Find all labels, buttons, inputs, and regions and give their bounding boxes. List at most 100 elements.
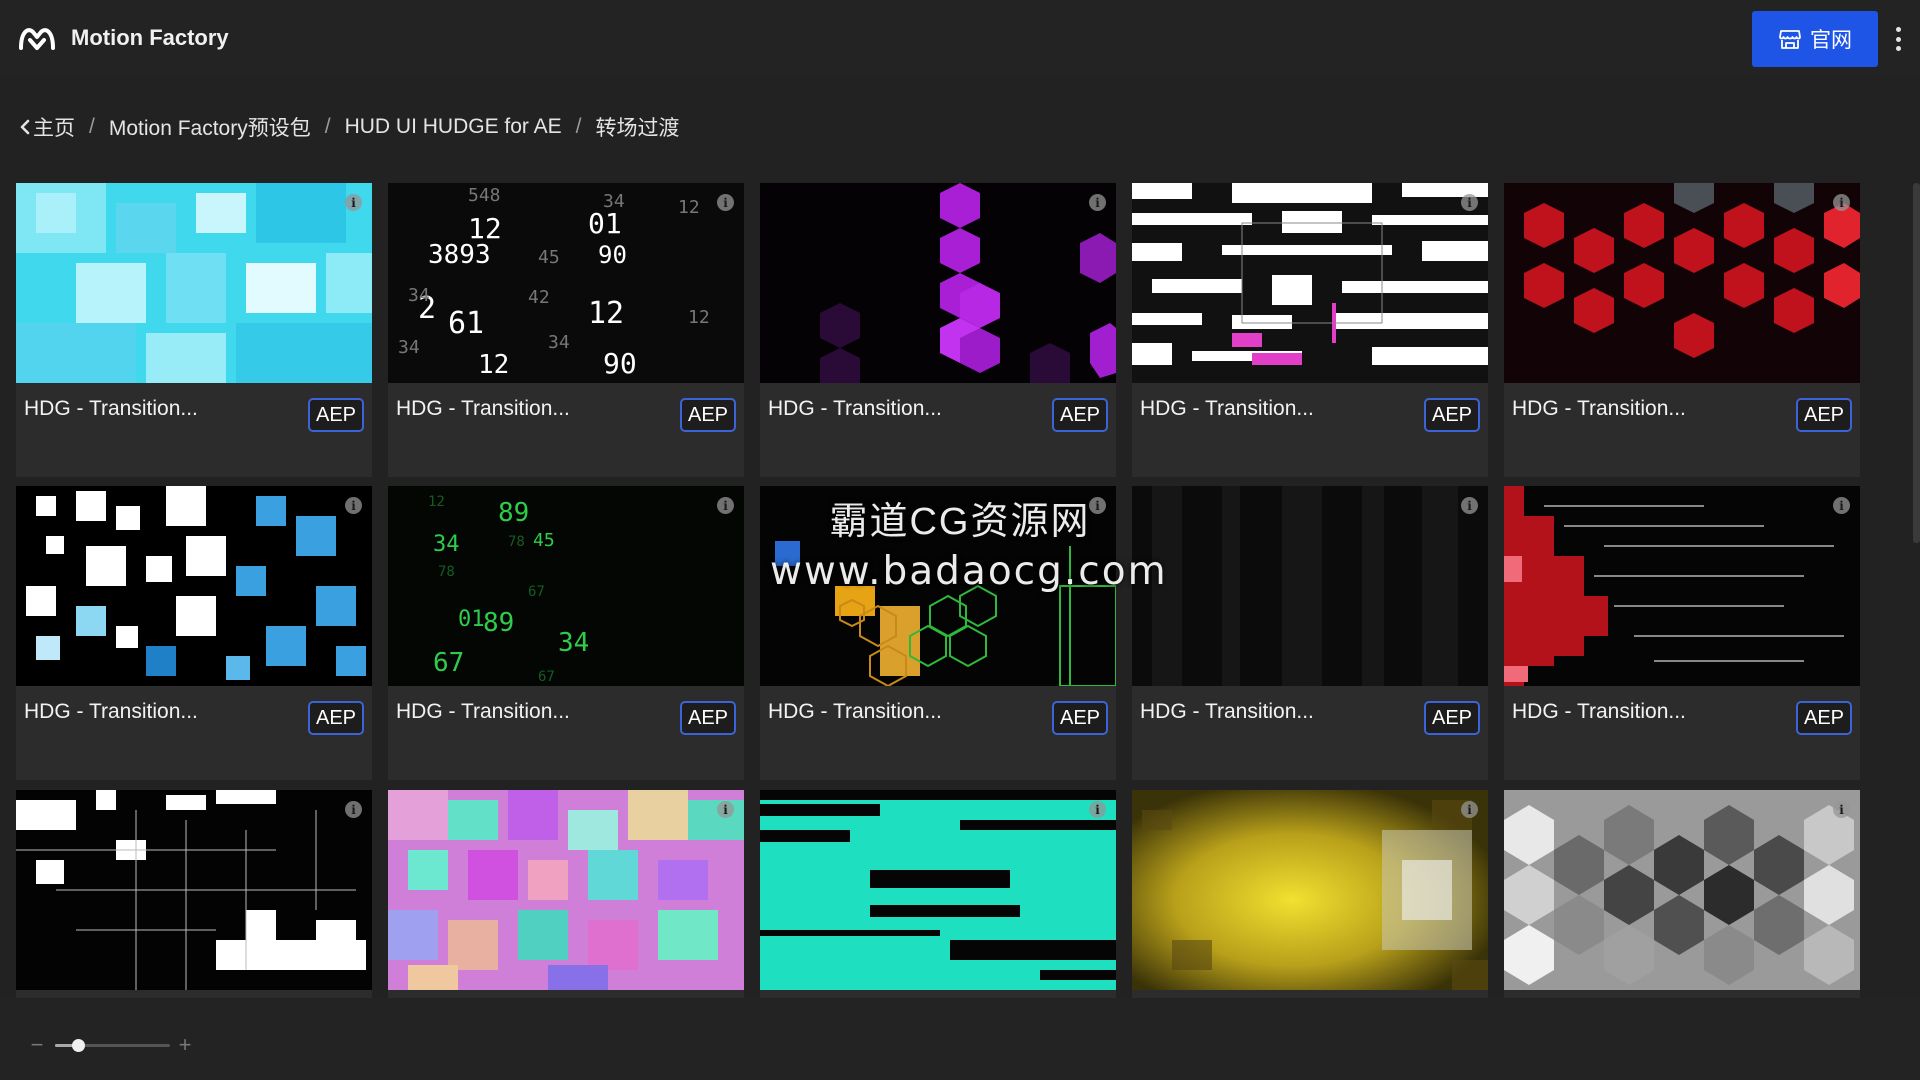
info-icon[interactable]: i bbox=[1089, 194, 1106, 211]
asset-title: HDG - Transition... bbox=[768, 700, 942, 723]
info-icon[interactable]: i bbox=[345, 497, 362, 514]
svg-text:78: 78 bbox=[508, 534, 525, 550]
asset-card[interactable]: i bbox=[388, 790, 744, 998]
svg-text:78: 78 bbox=[438, 564, 455, 580]
aep-badge: AEP bbox=[1424, 398, 1480, 432]
aep-badge: AEP bbox=[1796, 701, 1852, 735]
info-icon[interactable]: i bbox=[1461, 194, 1478, 211]
breadcrumb-current: 转场过渡 bbox=[595, 117, 680, 140]
asset-thumbnail: i bbox=[388, 790, 744, 990]
top-bar: Motion Factory 官网 bbox=[0, 0, 1920, 77]
info-icon[interactable]: i bbox=[1461, 497, 1478, 514]
asset-title: HDG - Transition... bbox=[24, 700, 198, 723]
info-icon[interactable]: i bbox=[1089, 497, 1106, 514]
breadcrumb-hud-pack[interactable]: HUD UI HUDGE for AE bbox=[345, 115, 562, 139]
asset-card[interactable]: i bbox=[760, 790, 1116, 998]
asset-card[interactable]: i HDG - Transition... AEP bbox=[1132, 183, 1488, 477]
svg-text:61: 61 bbox=[448, 306, 484, 341]
info-icon[interactable]: i bbox=[345, 801, 362, 818]
asset-grid: i HDG - Transition... AEP 12 3893 01 90 … bbox=[16, 183, 1872, 998]
asset-card[interactable]: i HDG - Transition... AEP bbox=[16, 486, 372, 780]
asset-card[interactable]: i HDG - Transition... AEP bbox=[1132, 486, 1488, 780]
asset-card[interactable]: i HDG - Transition... AEP bbox=[760, 183, 1116, 477]
asset-thumbnail: 12 3893 01 90 2 61 12 90 12 548 34 12 45 34… bbox=[388, 183, 744, 383]
info-icon[interactable]: i bbox=[717, 497, 734, 514]
zoom-out-icon[interactable]: − bbox=[28, 1034, 46, 1056]
asset-thumbnail: i bbox=[1504, 790, 1860, 990]
svg-text:34: 34 bbox=[433, 532, 460, 557]
info-icon[interactable]: i bbox=[717, 801, 734, 818]
svg-text:34: 34 bbox=[548, 332, 570, 353]
info-icon[interactable]: i bbox=[1833, 194, 1850, 211]
grid-scrollbar[interactable] bbox=[1913, 183, 1920, 543]
svg-text:67: 67 bbox=[433, 648, 464, 678]
info-icon[interactable]: i bbox=[1089, 801, 1106, 818]
aep-badge: AEP bbox=[1796, 398, 1852, 432]
svg-text:548: 548 bbox=[468, 185, 501, 206]
svg-text:90: 90 bbox=[603, 347, 637, 380]
svg-text:12: 12 bbox=[588, 296, 624, 331]
aep-badge: AEP bbox=[1052, 701, 1108, 735]
breadcrumb-separator: / bbox=[575, 115, 582, 138]
aep-badge: AEP bbox=[308, 701, 364, 735]
info-icon[interactable]: i bbox=[345, 194, 362, 211]
more-options-icon[interactable] bbox=[1888, 24, 1908, 54]
asset-title: HDG - Transition... bbox=[1140, 700, 1314, 723]
svg-text:34: 34 bbox=[603, 191, 625, 212]
asset-title: HDG - Transition... bbox=[24, 397, 198, 420]
asset-title: HDG - Transition... bbox=[396, 700, 570, 723]
asset-title: HDG - Transition... bbox=[1140, 397, 1314, 420]
asset-thumbnail: i bbox=[1132, 486, 1488, 686]
breadcrumb-preset-pack[interactable]: Motion Factory预设包 bbox=[109, 112, 311, 142]
aep-badge: AEP bbox=[1052, 398, 1108, 432]
asset-card[interactable]: 12 3893 01 90 2 61 12 90 12 548 34 12 45 34… bbox=[388, 183, 744, 477]
asset-card[interactable]: i HDG - Transition... AEP bbox=[760, 486, 1116, 780]
asset-thumbnail: i bbox=[760, 183, 1116, 383]
svg-text:67: 67 bbox=[528, 584, 545, 600]
asset-thumbnail: i bbox=[760, 790, 1116, 990]
asset-card[interactable]: 89 34 45 01 89 34 67 12 78 67 67 78 i HDG -… bbox=[388, 486, 744, 780]
svg-text:34: 34 bbox=[398, 337, 420, 358]
svg-text:42: 42 bbox=[528, 287, 550, 308]
asset-card[interactable]: i HDG - Transition... AEP bbox=[1504, 183, 1860, 477]
svg-text:12: 12 bbox=[428, 494, 445, 510]
aep-badge: AEP bbox=[308, 398, 364, 432]
info-icon[interactable]: i bbox=[717, 194, 734, 211]
breadcrumb: 主页 / Motion Factory预设包 / HUD UI HUDGE fo… bbox=[20, 112, 679, 142]
motion-factory-logo-icon bbox=[19, 28, 55, 50]
breadcrumb-separator: / bbox=[89, 115, 95, 138]
asset-thumbnail: i bbox=[760, 486, 1116, 686]
zoom-slider-thumb[interactable] bbox=[72, 1039, 85, 1052]
zoom-in-icon[interactable]: + bbox=[176, 1034, 194, 1056]
asset-title: HDG - Transition... bbox=[768, 397, 942, 420]
svg-text:67: 67 bbox=[538, 669, 555, 685]
svg-text:12: 12 bbox=[688, 307, 710, 328]
svg-text:45: 45 bbox=[533, 530, 555, 551]
asset-card[interactable]: i HDG - Transition... AEP bbox=[16, 183, 372, 477]
svg-text:12: 12 bbox=[478, 350, 509, 380]
asset-thumbnail: i bbox=[1132, 790, 1488, 990]
breadcrumb-home[interactable]: 主页 bbox=[20, 112, 75, 142]
asset-card[interactable]: i bbox=[1504, 790, 1860, 998]
asset-card[interactable]: i bbox=[1132, 790, 1488, 998]
breadcrumb-separator: / bbox=[324, 115, 331, 138]
asset-thumbnail: 89 34 45 01 89 34 67 12 78 67 67 78 i bbox=[388, 486, 744, 686]
chevron-left-icon bbox=[20, 119, 30, 135]
asset-thumbnail: i bbox=[1504, 486, 1860, 686]
svg-text:01: 01 bbox=[458, 607, 485, 632]
official-site-label: 官网 bbox=[1810, 29, 1852, 52]
info-icon[interactable]: i bbox=[1461, 801, 1478, 818]
svg-text:89: 89 bbox=[483, 608, 514, 638]
info-icon[interactable]: i bbox=[1833, 801, 1850, 818]
asset-thumbnail: i bbox=[1504, 183, 1860, 383]
asset-card[interactable]: i bbox=[16, 790, 372, 998]
info-icon[interactable]: i bbox=[1833, 497, 1850, 514]
svg-text:34: 34 bbox=[558, 628, 589, 658]
svg-text:90: 90 bbox=[598, 241, 627, 269]
bottom-bar bbox=[0, 998, 1920, 1080]
svg-text:12: 12 bbox=[678, 197, 700, 218]
official-site-button[interactable]: 官网 bbox=[1752, 11, 1878, 67]
svg-text:89: 89 bbox=[498, 498, 529, 528]
asset-thumbnail: i bbox=[16, 183, 372, 383]
asset-card[interactable]: i HDG - Transition... AEP bbox=[1504, 486, 1860, 780]
